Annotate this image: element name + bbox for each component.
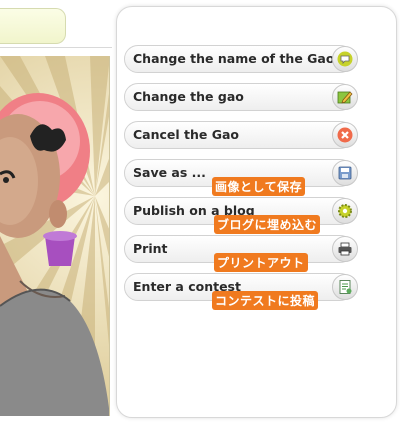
cancel-x-icon[interactable] <box>332 122 358 148</box>
top-tab[interactable] <box>0 8 66 44</box>
document-icon[interactable] <box>332 274 358 300</box>
change-gao-label: Change the gao <box>133 89 244 104</box>
annotation-contest: コンテストに投稿 <box>212 291 319 310</box>
floppy-disk-icon[interactable] <box>332 160 358 186</box>
save-as-label: Save as ... <box>133 165 206 180</box>
print-label: Print <box>133 241 168 256</box>
avatar-frame <box>0 56 110 416</box>
printer-icon[interactable] <box>332 236 358 262</box>
rename-gao-button[interactable]: Change the name of the Gao <box>124 45 369 73</box>
cancel-gao-button[interactable]: Cancel the Gao <box>124 121 369 149</box>
cancel-gao-label: Cancel the Gao <box>133 127 240 142</box>
annotation-blog: ブログに埋め込む <box>214 215 321 234</box>
change-gao-button[interactable]: Change the gao <box>124 83 369 111</box>
gear-icon[interactable] <box>332 198 358 224</box>
rename-gao-label: Change the name of the Gao <box>133 51 335 66</box>
edit-pencil-icon[interactable] <box>332 84 358 110</box>
annotation-save: 画像として保存 <box>212 177 306 196</box>
speech-bubble-icon[interactable] <box>332 46 358 72</box>
annotation-print: プリントアウト <box>214 253 308 272</box>
divider <box>0 47 112 48</box>
